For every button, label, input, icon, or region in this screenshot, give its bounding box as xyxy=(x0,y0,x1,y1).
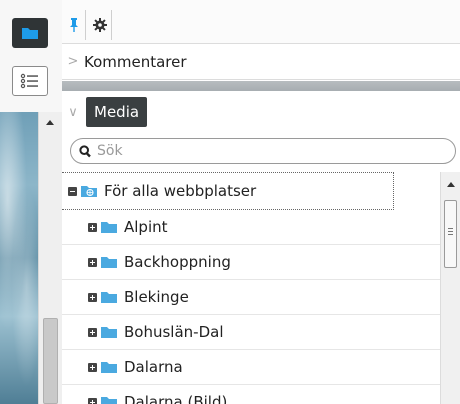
tree-row-blekinge[interactable]: Blekinge xyxy=(62,280,440,315)
media-panel: > Kommentarer ∨ Media För alla webbplats… xyxy=(62,0,460,404)
grip-line xyxy=(448,231,453,232)
expand-icon[interactable] xyxy=(88,362,97,372)
tree-label: Bohuslän-Dal xyxy=(124,323,224,341)
search-icon xyxy=(79,144,91,157)
folder-icon xyxy=(101,222,117,233)
scrollbar-thumb[interactable] xyxy=(43,318,58,404)
tree-row-root[interactable]: För alla webbplatser xyxy=(62,172,394,210)
section-title-media: Media xyxy=(86,97,148,127)
folder-icon xyxy=(22,28,38,39)
settings-button[interactable] xyxy=(88,10,112,40)
expand-icon[interactable] xyxy=(88,257,97,267)
folder-icon xyxy=(101,257,117,268)
pin-icon xyxy=(69,18,78,32)
expand-icon[interactable] xyxy=(88,292,97,302)
shared-folder-icon xyxy=(81,186,97,197)
pin-button[interactable] xyxy=(62,10,86,40)
search-box[interactable] xyxy=(70,138,456,164)
list-icon xyxy=(20,73,38,89)
folder-icon xyxy=(101,362,117,373)
expand-icon[interactable] xyxy=(88,327,97,337)
search-input[interactable] xyxy=(97,143,437,159)
scroll-up-arrow-icon[interactable] xyxy=(447,182,455,187)
tree-label: Dalarna xyxy=(124,358,183,376)
folder-icon xyxy=(101,397,117,404)
section-media[interactable]: ∨ Media xyxy=(62,92,460,132)
tree-scrollbar[interactable] xyxy=(440,172,460,404)
folder-view-button[interactable] xyxy=(12,18,48,48)
folder-icon xyxy=(101,292,117,303)
collapse-icon[interactable] xyxy=(68,186,77,196)
background-image xyxy=(0,112,38,404)
tree-label: Blekinge xyxy=(124,288,189,306)
list-view-button[interactable] xyxy=(12,66,48,96)
tree-row-dalarna[interactable]: Dalarna xyxy=(62,350,440,385)
chevron-down-icon: ∨ xyxy=(68,104,78,120)
panel-divider[interactable] xyxy=(62,81,460,91)
expand-icon[interactable] xyxy=(88,397,97,404)
media-folder-tree: För alla webbplatser Alpint Backhoppning… xyxy=(62,172,440,404)
tree-label-root: För alla webbplatser xyxy=(104,182,257,200)
tree-row-bohuslan-dal[interactable]: Bohuslän-Dal xyxy=(62,315,440,350)
tree-row-alpint[interactable]: Alpint xyxy=(62,210,440,245)
gear-icon xyxy=(92,18,107,32)
tree-label: Alpint xyxy=(124,218,168,236)
grip-line xyxy=(448,228,453,229)
expand-icon[interactable] xyxy=(88,222,97,232)
folder-icon xyxy=(101,327,117,338)
tree-label: Dalarna (Bild) xyxy=(124,393,228,404)
section-kommentarer[interactable]: > Kommentarer xyxy=(62,44,460,80)
section-title-kommentarer: Kommentarer xyxy=(84,52,187,71)
scroll-up-arrow-icon[interactable] xyxy=(46,120,54,125)
tree-row-backhoppning[interactable]: Backhoppning xyxy=(62,245,440,280)
tree-row-dalarna-bild[interactable]: Dalarna (Bild) xyxy=(62,385,440,404)
chevron-right-icon: > xyxy=(67,54,79,69)
left-scrollbar[interactable] xyxy=(38,112,62,404)
grip-line xyxy=(448,234,453,235)
panel-toolbar xyxy=(62,0,460,44)
tree-label: Backhoppning xyxy=(124,253,231,271)
scrollbar-thumb[interactable] xyxy=(444,200,457,268)
